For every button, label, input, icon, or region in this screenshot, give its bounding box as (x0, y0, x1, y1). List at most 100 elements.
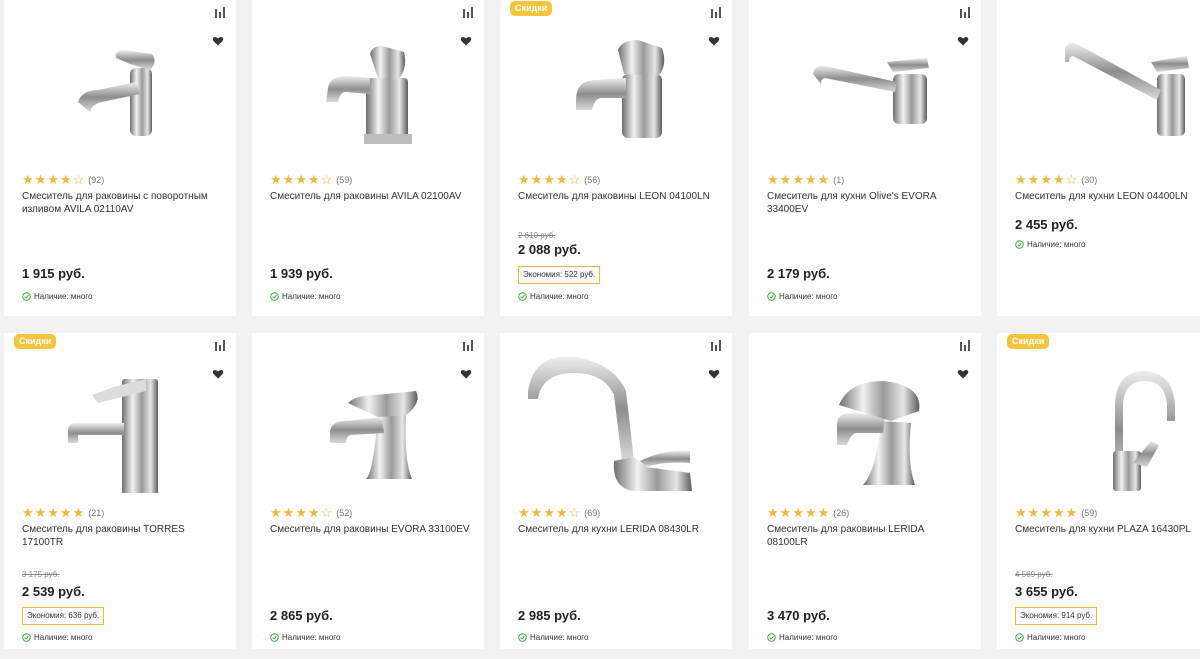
rating-count: (59) (336, 175, 353, 185)
product-image[interactable] (18, 351, 222, 493)
rating: ★★★★☆ (30) (1015, 172, 1097, 188)
star-icon: ★ (792, 172, 805, 187)
compare-icon[interactable] (959, 339, 971, 351)
rating-count: (21) (88, 508, 105, 518)
star-icon: ★ (72, 505, 86, 520)
stock-label: Наличие: много (1027, 240, 1086, 249)
stock-label: Наличие: много (282, 633, 341, 642)
product-image[interactable] (1011, 351, 1200, 493)
star-icon: ☆ (320, 505, 334, 520)
check-circle-icon (270, 292, 282, 301)
product-title[interactable]: Смеситель для кухни PLAZA 16430PL (1015, 523, 1200, 536)
product-image[interactable] (266, 351, 470, 493)
rating: ★★★★☆ (59) (270, 172, 352, 188)
sale-badge: Скидки (1007, 334, 1050, 349)
stock-status: Наличие: много (767, 633, 837, 642)
rating: ★★★★★ (59) (1015, 505, 1097, 521)
star-icon: ★ (555, 172, 569, 187)
product-image[interactable] (514, 18, 718, 160)
compare-icon[interactable] (462, 6, 474, 18)
product-title[interactable]: Смеситель для раковины EVORA 33100EV (270, 523, 470, 536)
rating-count: (26) (833, 508, 850, 518)
savings-badge: Экономия: 914 руб. (1015, 607, 1098, 625)
rating: ★★★★★ (26) (767, 505, 849, 521)
star-icon: ★ (47, 505, 60, 520)
product-image[interactable] (763, 18, 967, 160)
product-title[interactable]: Смеситель для кухни Olive's EVORA 33400E… (767, 190, 967, 216)
stock-label: Наличие: много (34, 292, 93, 301)
rating: ★★★★☆ (52) (270, 505, 352, 521)
compare-icon[interactable] (214, 6, 226, 18)
product-card[interactable]: ★★★★☆ (30) Смеситель для кухни LEON 04400L… (997, 0, 1200, 316)
stock-label: Наличие: много (779, 633, 838, 642)
product-title[interactable]: Смеситель для раковины с поворотным изли… (22, 190, 222, 216)
star-icon: ☆ (320, 172, 334, 187)
sale-badge: Скидки (510, 1, 553, 16)
compare-icon[interactable] (710, 339, 722, 351)
compare-icon[interactable] (462, 339, 474, 351)
product-card[interactable]: ★★★★☆ (52) Смеситель для раковины EVORA 33… (252, 333, 484, 649)
product-card[interactable]: ★★★★★ (26) Смеситель для раковины LERIDA 0… (749, 333, 981, 649)
star-icon: ★ (530, 505, 544, 520)
star-icon: ★ (817, 172, 831, 187)
product-image[interactable] (266, 18, 470, 160)
old-price: 2 610 руб. (518, 231, 556, 240)
product-title[interactable]: Смеситель для кухни LEON 04400LN (1015, 190, 1200, 203)
compare-icon[interactable] (214, 339, 226, 351)
product-image[interactable] (763, 351, 967, 493)
price: 1 939 руб. (270, 266, 333, 281)
check-circle-icon (518, 292, 530, 301)
compare-icon[interactable] (710, 6, 722, 18)
rating-count: (1) (833, 175, 845, 185)
rating: ★★★★☆ (56) (518, 172, 600, 188)
star-icon: ★ (1015, 505, 1028, 520)
stock-status: Наличие: много (270, 292, 340, 301)
product-card[interactable]: Скидки ★★★★★ (59) Смеситель для кухни PLAZ… (997, 333, 1200, 649)
star-icon: ★ (34, 505, 48, 520)
product-card[interactable]: ★★★★☆ (92) Смеситель для раковины с поворо… (4, 0, 236, 316)
product-card[interactable]: Скидки ★★★★★ (21) Смеситель для раковины T… (4, 333, 236, 649)
star-icon: ★ (817, 505, 831, 520)
stock-label: Наличие: много (1027, 633, 1086, 642)
price: 3 470 руб. (767, 608, 830, 623)
star-icon: ★ (530, 172, 544, 187)
stock-status: Наличие: много (1015, 633, 1085, 642)
star-icon: ★ (59, 505, 73, 520)
product-title[interactable]: Смеситель для кухни LERIDA 08430LR (518, 523, 718, 536)
star-icon: ★ (792, 505, 805, 520)
product-card[interactable]: ★★★★☆ (69) Смеситель для кухни LERIDA 0843… (500, 333, 732, 649)
product-title[interactable]: Смеситель для раковины TORRES 17100TR (22, 523, 222, 549)
rating: ★★★★★ (1) (767, 172, 844, 188)
product-card[interactable]: ★★★★☆ (59) Смеситель для раковины AVILA 02… (252, 0, 484, 316)
old-price: 3 175 руб. (22, 570, 60, 579)
product-title[interactable]: Смеситель для раковины AVILA 02100AV (270, 190, 470, 203)
compare-icon[interactable] (959, 6, 971, 18)
rating-count: (52) (336, 508, 353, 518)
product-card[interactable]: Скидки ★★★★☆ (56) Смеситель для раковины L… (500, 0, 732, 316)
star-icon: ★ (1015, 172, 1028, 187)
rating-count: (56) (584, 175, 601, 185)
star-icon: ☆ (568, 172, 582, 187)
check-circle-icon (22, 292, 34, 301)
product-image[interactable] (514, 351, 718, 493)
product-title[interactable]: Смеситель для раковины LEON 04100LN (518, 190, 718, 203)
stock-label: Наличие: много (779, 292, 838, 301)
stock-label: Наличие: много (34, 633, 93, 642)
star-icon: ★ (1052, 172, 1066, 187)
product-card[interactable]: ★★★★★ (1) Смеситель для кухни Olive's EVOR… (749, 0, 981, 316)
star-icon: ★ (767, 505, 780, 520)
stock-status: Наличие: много (22, 292, 92, 301)
rating-count: (69) (584, 508, 601, 518)
product-image[interactable] (18, 18, 222, 160)
product-title[interactable]: Смеситель для раковины LERIDA 08100LR (767, 523, 967, 549)
price: 2 539 руб. (22, 584, 85, 599)
star-icon: ★ (543, 505, 556, 520)
old-price: 4 569 руб. (1015, 570, 1053, 579)
star-icon: ★ (307, 172, 321, 187)
product-image[interactable] (1011, 18, 1200, 160)
stock-label: Наличие: много (282, 292, 341, 301)
rating: ★★★★☆ (69) (518, 505, 600, 521)
star-icon: ★ (804, 505, 818, 520)
check-circle-icon (22, 633, 34, 642)
star-icon: ★ (767, 172, 780, 187)
